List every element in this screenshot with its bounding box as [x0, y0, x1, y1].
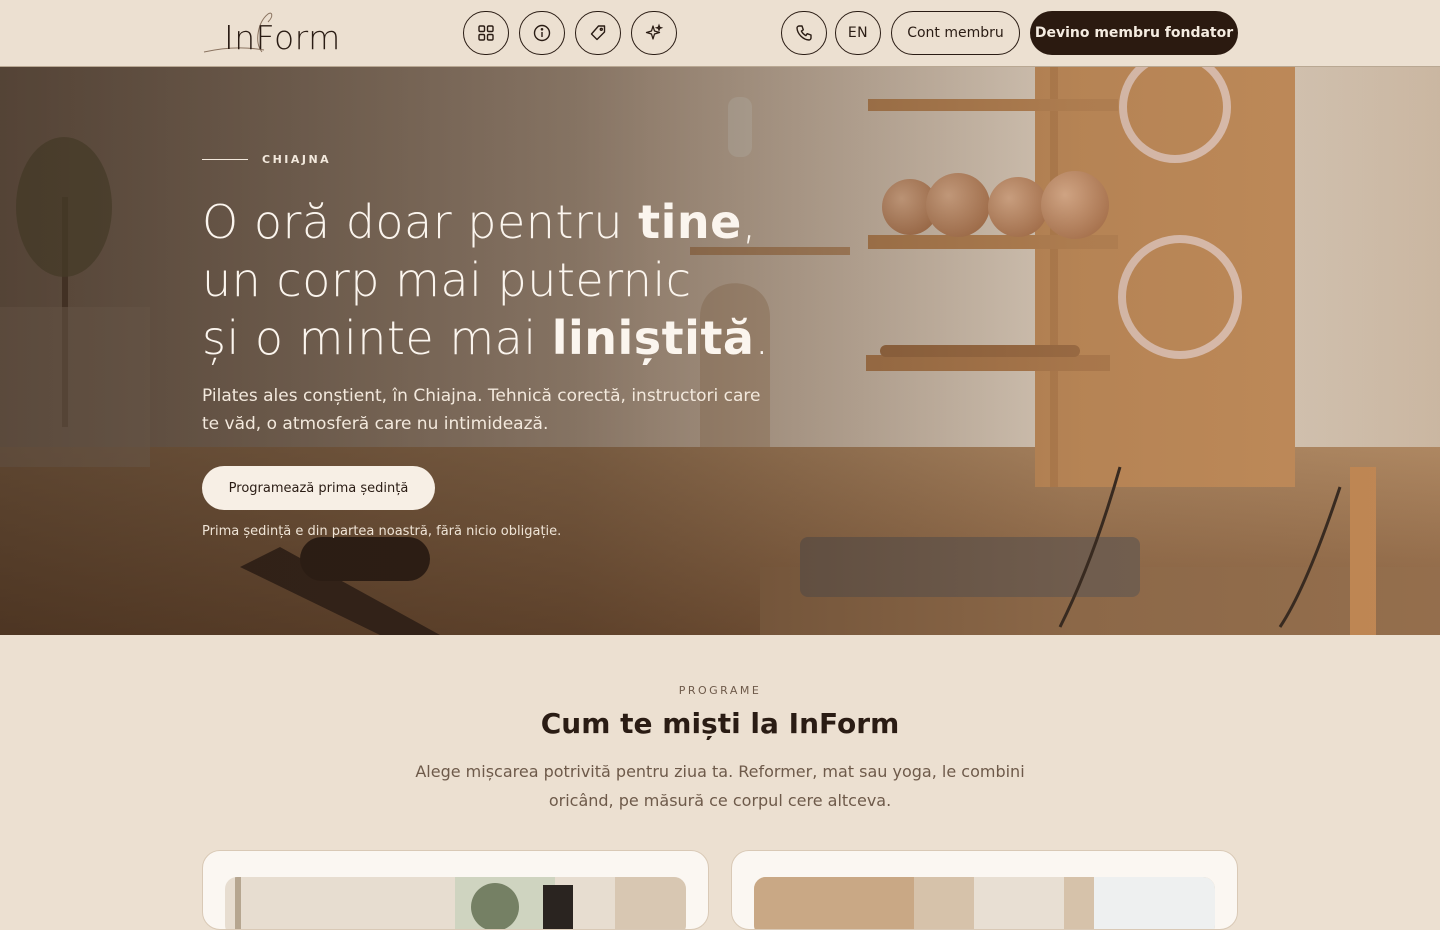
logo-text: InForm: [224, 18, 341, 57]
programs-nav-button[interactable]: [463, 11, 509, 55]
member-account-button[interactable]: Cont membru: [891, 11, 1020, 55]
hero-title-line-3a: și o minte mai: [202, 311, 552, 365]
programs-section: PROGRAME Cum te miști la InForm Alege mi…: [0, 635, 1440, 930]
tag-icon: [590, 25, 606, 41]
hero-eyebrow: CHIAJNA: [202, 153, 331, 166]
programs-title: Cum te miști la InForm: [540, 707, 900, 740]
hero-title-emphasis-1: tine: [638, 195, 742, 249]
grid-icon: [478, 25, 494, 41]
sparkle-icon: [645, 23, 664, 40]
phone-button[interactable]: [781, 11, 827, 55]
programs-eyebrow: PROGRAME: [678, 684, 762, 697]
programs-description: Alege mișcarea potrivită pentru ziua ta.…: [415, 762, 1025, 810]
hero-title-line-2: un corp mai puternic: [202, 253, 692, 307]
hero-location: CHIAJNA: [262, 153, 332, 166]
program-card-image: [225, 877, 686, 929]
program-photo-2: [754, 877, 1215, 929]
program-card[interactable]: [202, 850, 709, 930]
site-header: InForm EN Cont membru Devino membru fond…: [0, 0, 1440, 67]
program-card-image: [754, 877, 1215, 929]
hero-subtitle: Pilates ales conștient, în Chiajna. Tehn…: [202, 386, 761, 434]
eyebrow-divider: [202, 159, 248, 160]
hero-title-line-1c: ,: [741, 195, 757, 249]
hero-title-emphasis-2: liniștită: [551, 311, 755, 365]
pricing-nav-button[interactable]: [575, 11, 621, 55]
hero-title: O oră doar pentru tine, un corp mai pute…: [202, 193, 822, 367]
about-nav-button[interactable]: [519, 11, 565, 55]
program-card[interactable]: [731, 850, 1238, 930]
hero-section: CHIAJNA O oră doar pentru tine, un corp …: [0, 67, 1440, 635]
phone-icon: [796, 25, 812, 41]
hero-title-line-1a: O oră doar pentru: [202, 195, 639, 249]
logo[interactable]: InForm: [202, 8, 372, 58]
info-icon: [533, 24, 551, 42]
founding-member-button[interactable]: Devino membru fondator: [1030, 11, 1238, 55]
hero-note: Prima ședință e din partea noastră, fără…: [202, 524, 562, 539]
features-nav-button[interactable]: [631, 11, 677, 55]
language-toggle[interactable]: EN: [835, 11, 881, 55]
program-photo-1: [225, 877, 686, 929]
book-first-session-button[interactable]: Programează prima ședință: [202, 466, 435, 510]
hero-title-line-3c: .: [754, 311, 770, 365]
